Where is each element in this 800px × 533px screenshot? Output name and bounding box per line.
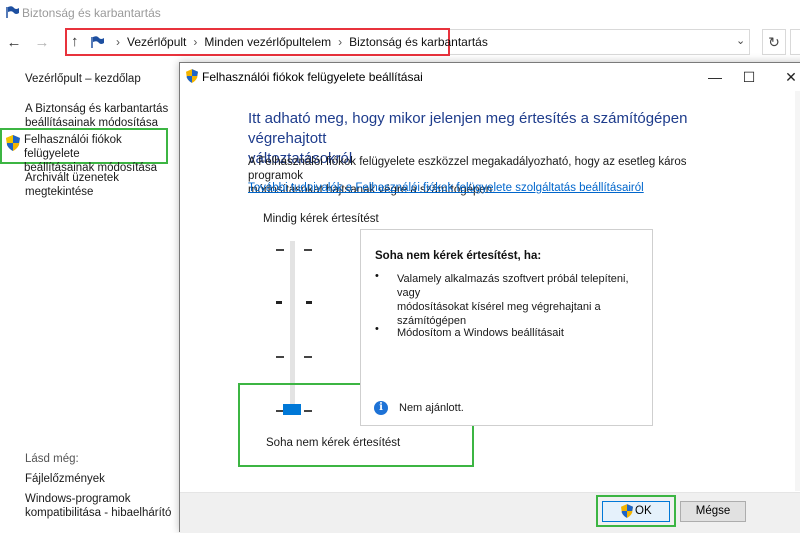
see-also-heading: Lásd még: bbox=[25, 453, 79, 465]
slider-tick bbox=[276, 356, 284, 358]
scrollbar-track[interactable] bbox=[795, 91, 800, 491]
chevron-down-icon[interactable]: ⌄ bbox=[736, 34, 745, 47]
search-box[interactable] bbox=[790, 29, 800, 55]
ok-button-label: OK bbox=[635, 505, 652, 517]
see-also-compat-troubleshooter[interactable]: Windows-programok kompatibilitása - hiba… bbox=[25, 492, 171, 520]
uac-shield-icon bbox=[621, 504, 633, 518]
panel-bullet-text: Módosítom a Windows beállításait bbox=[397, 327, 564, 339]
cancel-button[interactable]: Mégse bbox=[680, 501, 746, 522]
level-description-panel: Soha nem kérek értesítést, ha: • Valamel… bbox=[360, 229, 653, 426]
refresh-icon[interactable]: ↻ bbox=[762, 29, 786, 55]
maximize-icon[interactable]: ☐ bbox=[734, 66, 764, 88]
dialog-footer: OK Mégse bbox=[180, 492, 800, 533]
panel-bullet-text: Valamely alkalmazás szoftvert próbál tel… bbox=[397, 272, 642, 328]
panel-bullet-line: módosításokat kísérel meg végrehajtani a bbox=[397, 301, 601, 313]
breadcrumb-item[interactable]: Minden vezérlőpultelem bbox=[204, 35, 331, 49]
sidebar-item-uac-settings[interactable]: Felhasználói fiókok felügyelete beállítá… bbox=[0, 128, 168, 174]
dialog-heading-line: Itt adható meg, hogy mikor jelenjen meg … bbox=[248, 110, 688, 147]
sidebar-item-label: Archivált üzenetek bbox=[25, 172, 119, 184]
breadcrumb: › Vezérlőpult › Minden vezérlőpultelem › Bizt… bbox=[109, 35, 488, 49]
dialog-titlebar: Felhasználói fiókok felügyelete beállítá… bbox=[180, 63, 800, 91]
sidebar-item-label: Felhasználói fiókok felügyelete beállítá… bbox=[24, 133, 166, 175]
navigation-bar: ← → ↑ › Vezérlőpult › Minden vezérlőpultele… bbox=[0, 26, 800, 60]
slider-tick bbox=[306, 301, 312, 304]
sidebar-item-label: megtekintése bbox=[25, 186, 94, 198]
bullet-icon: • bbox=[375, 270, 379, 282]
slider-tick bbox=[304, 249, 312, 251]
chevron-right-icon: › bbox=[116, 35, 120, 49]
sidebar-item-label: A Biztonság és karbantartás bbox=[25, 103, 169, 115]
back-icon[interactable]: ← bbox=[4, 33, 24, 53]
see-also-label: Windows-programok bbox=[25, 493, 131, 505]
panel-bullet-line: Valamely alkalmazás szoftvert próbál tel… bbox=[397, 273, 629, 299]
sidebar-item-security-settings[interactable]: A Biztonság és karbantartás beállításain… bbox=[25, 102, 168, 130]
sidebar-item-archived-messages[interactable]: Archivált üzenetek megtekintése bbox=[25, 171, 119, 199]
uac-shield-icon bbox=[6, 135, 20, 151]
minimize-icon[interactable]: — bbox=[700, 66, 730, 88]
sidebar-item-label-line: Felhasználói fiókok felügyelete bbox=[24, 134, 122, 160]
window-titlebar: Biztonság és karbantartás bbox=[0, 0, 800, 26]
chevron-right-icon: › bbox=[338, 35, 343, 49]
slider-top-label: Mindig kérek értesítést bbox=[263, 213, 379, 225]
chevron-right-icon: › bbox=[193, 35, 198, 49]
close-icon[interactable]: ✕ bbox=[776, 66, 800, 88]
see-also-file-history[interactable]: Fájlelőzmények bbox=[25, 472, 105, 486]
up-icon[interactable]: ↑ bbox=[71, 33, 79, 50]
dialog-title: Felhasználói fiókok felügyelete beállítá… bbox=[202, 70, 423, 84]
dialog-description-line: A Felhasználói fiókok felügyelete eszköz… bbox=[248, 156, 687, 182]
slider-tick bbox=[276, 249, 284, 251]
forward-icon[interactable]: → bbox=[32, 33, 52, 53]
panel-heading: Soha nem kérek értesítést, ha: bbox=[375, 250, 542, 262]
window-title: Biztonság és karbantartás bbox=[22, 6, 161, 20]
bullet-icon: • bbox=[375, 323, 379, 335]
ok-button[interactable]: OK bbox=[602, 501, 670, 522]
uac-settings-dialog: Felhasználói fiókok felügyelete beállítá… bbox=[179, 62, 800, 533]
see-also-label: kompatibilitása - hibaelhárító bbox=[25, 507, 172, 519]
uac-shield-icon bbox=[186, 69, 198, 83]
slider-tick bbox=[276, 301, 282, 304]
breadcrumb-item[interactable]: Vezérlőpult bbox=[127, 35, 186, 49]
info-icon: i bbox=[374, 401, 388, 415]
slider-tick bbox=[304, 356, 312, 358]
address-bar-extension[interactable] bbox=[450, 29, 750, 55]
not-recommended-note: Nem ajánlott. bbox=[399, 402, 464, 414]
address-bar[interactable]: ↑ › Vezérlőpult › Minden vezérlőpultelem › Bi… bbox=[65, 28, 488, 56]
flag-icon bbox=[6, 6, 19, 18]
flag-icon bbox=[91, 36, 104, 48]
learn-more-link[interactable]: További tudnivalók a Felhasználói fiókok… bbox=[248, 182, 644, 194]
sidebar-home-link[interactable]: Vezérlőpult – kezdőlap bbox=[25, 72, 141, 86]
